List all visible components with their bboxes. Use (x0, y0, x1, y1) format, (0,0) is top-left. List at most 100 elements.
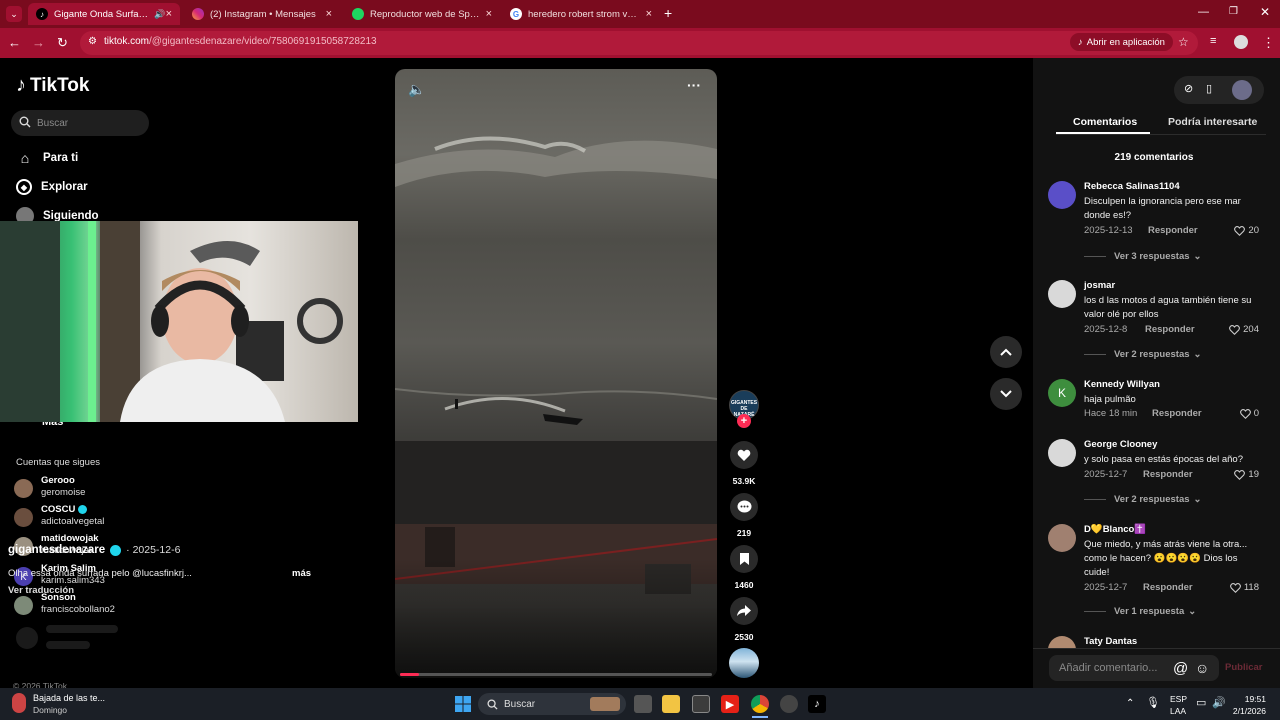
video-progress-bar[interactable] (400, 673, 712, 676)
close-icon[interactable]: × (166, 8, 172, 20)
reply-button[interactable]: Responder (1152, 408, 1202, 419)
comment-user[interactable]: Rebecca Salinas1104 (1084, 181, 1180, 192)
microphone-icon[interactable]: 🎙 (1146, 696, 1160, 709)
tab-spotify[interactable]: Reproductor web de Spotify: m × (344, 3, 500, 25)
comment-text: y solo pasa en estás épocas del año? (1084, 454, 1243, 465)
reload-icon[interactable]: ↻ (57, 35, 68, 51)
reply-button[interactable]: Responder (1143, 469, 1193, 480)
app-icon[interactable] (780, 695, 798, 713)
account-user: geromoise (41, 487, 86, 498)
reply-button[interactable]: Responder (1145, 324, 1195, 335)
media-controls-icon[interactable]: ≡ (1210, 35, 1216, 47)
avatar[interactable] (1048, 636, 1076, 648)
avatar[interactable] (1048, 181, 1076, 209)
minimize-icon[interactable]: — (1198, 6, 1209, 18)
close-icon[interactable]: × (486, 8, 492, 20)
tab-google-search[interactable]: G heredero robert strom vs baule × (502, 3, 660, 25)
video-author[interactable]: gigantesdenazare · 2025-12-6 (8, 544, 180, 556)
more-options-icon[interactable]: ··· (687, 77, 701, 93)
clock-time[interactable]: 19:51 (1232, 694, 1266, 704)
store-icon[interactable] (692, 695, 710, 713)
language-label[interactable]: ESP (1170, 694, 1187, 704)
tab-comments[interactable]: Comentarios (1073, 116, 1137, 128)
mention-icon[interactable]: @ (1173, 660, 1188, 677)
network-icon[interactable]: ▭ (1196, 696, 1206, 709)
compass-small-icon[interactable]: ⊘ (1184, 82, 1193, 95)
view-replies-button[interactable]: Ver 3 respuestas ⌄ (1084, 251, 1202, 262)
comment-like[interactable]: 20 (1234, 225, 1259, 236)
avatar[interactable]: K (1048, 379, 1076, 407)
comment-user[interactable]: josmar (1084, 280, 1115, 291)
tab-recommended[interactable]: Podría interesarte (1168, 116, 1257, 128)
comment-user[interactable]: D💛Blanco✝️ (1084, 524, 1146, 535)
forward-icon[interactable]: → (32, 35, 45, 50)
window-close-icon[interactable]: ✕ (1260, 5, 1270, 19)
menu-kebab-icon[interactable]: ⋮ (1262, 35, 1275, 51)
previous-video-button[interactable] (990, 336, 1022, 368)
music-disc[interactable] (729, 648, 759, 678)
chrome-icon[interactable] (751, 695, 769, 713)
share-button[interactable] (730, 597, 758, 625)
save-button[interactable] (730, 545, 758, 573)
follow-plus-button[interactable]: + (737, 414, 751, 428)
volume-icon[interactable]: 🔈 (408, 81, 425, 98)
file-explorer-icon[interactable] (662, 695, 680, 713)
comment-like[interactable]: 0 (1239, 408, 1259, 419)
site-info-icon[interactable]: ⚙ (88, 36, 97, 47)
new-tab-button[interactable]: + (664, 5, 672, 21)
nav-para-ti[interactable]: ⌂ Para ti (16, 148, 78, 168)
comment-like[interactable]: 204 (1229, 324, 1259, 335)
tiktok-icon[interactable]: ♪ (808, 695, 826, 713)
next-video-button[interactable] (990, 378, 1022, 410)
comment-like[interactable]: 118 (1229, 582, 1259, 593)
tab-tiktok[interactable]: ♪ Gigante Onda Surfada por 🔊 × (28, 3, 180, 25)
bookmark-star-icon[interactable]: ☆ (1178, 35, 1189, 49)
notification-avatar[interactable] (12, 693, 26, 713)
close-icon[interactable]: × (646, 8, 652, 20)
publish-button[interactable]: Publicar (1225, 662, 1263, 673)
add-comment-input[interactable]: Añadir comentario... (1049, 655, 1219, 681)
reply-button[interactable]: Responder (1143, 582, 1193, 593)
tiktok-logo[interactable]: ♪ TikTok (16, 74, 89, 97)
comment-button[interactable] (730, 493, 758, 521)
avatar[interactable] (1048, 439, 1076, 467)
following-account[interactable]: COSCU adictoalvegetal (14, 504, 104, 528)
comment-user[interactable]: George Clooney (1084, 439, 1157, 450)
like-button[interactable] (730, 441, 758, 469)
emoji-icon[interactable]: ☺ (1195, 660, 1209, 676)
comment-like[interactable]: 19 (1234, 469, 1259, 480)
tab-search-button[interactable]: ⌄ (6, 6, 22, 22)
translate-link[interactable]: Ver traducción (8, 585, 74, 596)
avatar[interactable] (1048, 280, 1076, 308)
avatar[interactable] (1048, 524, 1076, 552)
view-replies-button[interactable]: Ver 1 respuesta ⌄ (1084, 606, 1196, 617)
taskbar-search[interactable]: Buscar (478, 693, 626, 715)
video-player[interactable]: 🔈 ··· (395, 69, 717, 678)
back-icon[interactable]: ← (8, 35, 21, 50)
reply-button[interactable]: Responder (1148, 225, 1198, 236)
nav-explorar[interactable]: ◆ Explorar (16, 177, 88, 197)
following-account[interactable]: Gerooo geromoise (14, 475, 85, 499)
close-icon[interactable]: × (326, 8, 332, 20)
volume-icon[interactable]: 🔊 (1212, 696, 1226, 709)
notification-title[interactable]: Bajada de las te... (33, 693, 105, 703)
task-view-icon[interactable] (634, 695, 652, 713)
device-icon[interactable]: ▯ (1206, 82, 1212, 95)
url-path: /@gigantesdenazare/video/758069191505872… (149, 36, 377, 47)
maximize-icon[interactable]: ❐ (1229, 6, 1238, 17)
profile-icon[interactable] (1234, 35, 1248, 49)
caption-more-button[interactable]: más (292, 568, 311, 579)
profile-avatar[interactable] (1232, 80, 1252, 100)
view-replies-button[interactable]: Ver 2 respuestas ⌄ (1084, 494, 1202, 505)
comment-user[interactable]: Kennedy Willyan (1084, 379, 1160, 390)
youtube-icon[interactable]: ▶ (721, 695, 739, 713)
chevron-up-icon[interactable]: ⌃ (1126, 698, 1134, 709)
view-replies-button[interactable]: Ver 2 respuestas ⌄ (1084, 349, 1202, 360)
open-in-app-button[interactable]: ♪ Abrir en aplicación (1070, 33, 1173, 51)
search-input[interactable]: Buscar (11, 110, 149, 136)
tab-instagram[interactable]: (2) Instagram • Mensajes × (184, 3, 340, 25)
comment-user[interactable]: Taty Dantas (1084, 636, 1137, 647)
url-text[interactable]: tiktok.com/@gigantesdenazare/video/75806… (104, 36, 377, 47)
tab-title: Reproductor web de Spotify: m (370, 8, 482, 20)
windows-start-icon[interactable] (454, 695, 472, 713)
